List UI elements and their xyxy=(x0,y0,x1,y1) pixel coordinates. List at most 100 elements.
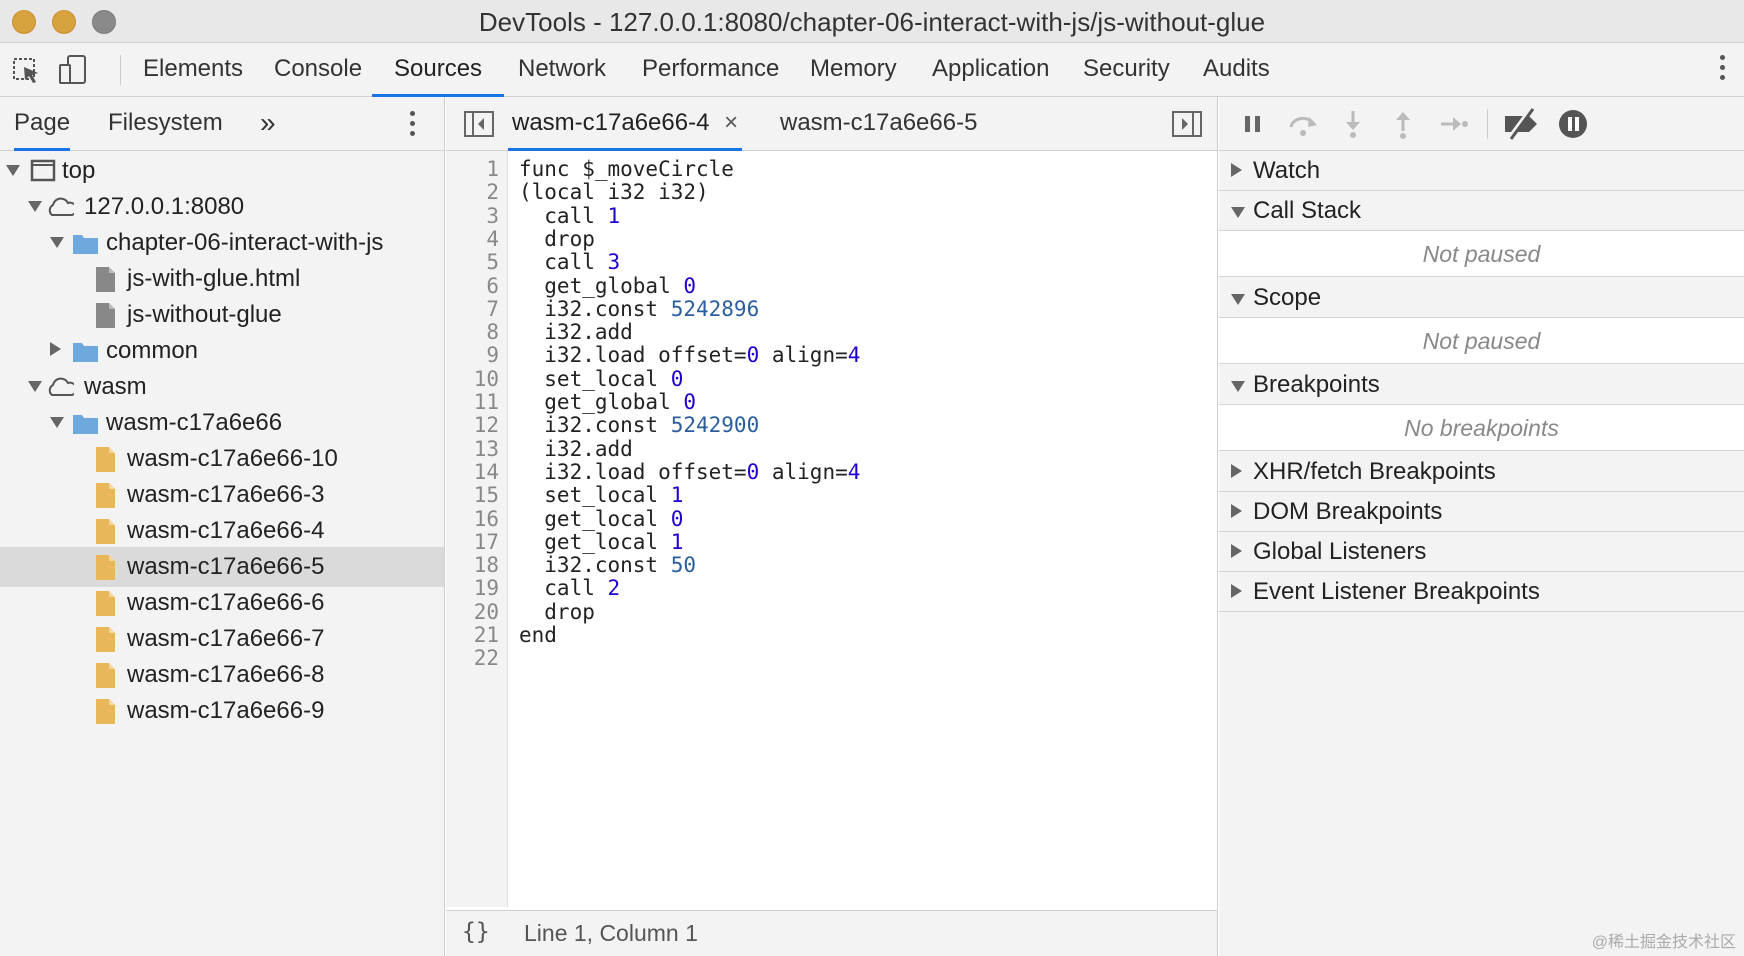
tab-security[interactable]: Security xyxy=(1081,43,1172,97)
code-token: end xyxy=(519,623,557,647)
more-options-icon[interactable] xyxy=(1720,55,1730,85)
code-line: get_global 0 xyxy=(519,274,696,298)
deactivate-breakpoints-icon[interactable] xyxy=(1501,107,1543,141)
editor-tab-label: wasm-c17a6e66-4 xyxy=(512,109,710,136)
tree-item[interactable]: wasm-c17a6e66-10 xyxy=(0,439,444,479)
more-tabs-icon[interactable]: » xyxy=(260,97,276,151)
tab-application[interactable]: Application xyxy=(930,43,1051,97)
code-token: set_local xyxy=(519,366,671,391)
step-icon[interactable] xyxy=(1435,107,1471,141)
tree-item[interactable]: wasm-c17a6e66 xyxy=(0,403,444,443)
tree-item[interactable]: wasm xyxy=(0,367,444,407)
code-line: drop xyxy=(519,600,595,624)
tree-item[interactable]: top xyxy=(0,151,444,191)
step-over-icon[interactable] xyxy=(1285,107,1321,141)
line-number: 5 xyxy=(486,250,499,275)
navigator-menu-icon[interactable] xyxy=(410,111,416,141)
expand-arrow-down-icon[interactable] xyxy=(6,165,20,176)
tree-item-label: chapter-06-interact-with-js xyxy=(106,229,384,256)
close-tab-icon[interactable]: × xyxy=(724,109,738,136)
tree-item-label: wasm-c17a6e66 xyxy=(106,409,283,436)
pretty-print-button[interactable]: {} xyxy=(462,919,490,945)
tree-item[interactable]: wasm-c17a6e66-8 xyxy=(0,655,444,695)
tree-item-label: wasm-c17a6e66-7 xyxy=(127,625,325,652)
editor-tab-active[interactable]: wasm-c17a6e66-4 × xyxy=(508,97,743,151)
line-number: 2 xyxy=(486,180,499,205)
tree-item[interactable]: wasm-c17a6e66-6 xyxy=(0,583,444,623)
folder-icon xyxy=(73,343,98,362)
cloud-icon xyxy=(48,377,74,396)
code-token: i32.load offset= xyxy=(519,459,747,484)
tree-item[interactable]: wasm-c17a6e66-3 xyxy=(0,475,444,515)
tab-memory[interactable]: Memory xyxy=(808,43,899,97)
tab-audits[interactable]: Audits xyxy=(1201,43,1272,97)
tree-item[interactable]: wasm-c17a6e66-7 xyxy=(0,619,444,659)
tab-performance[interactable]: Performance xyxy=(640,43,781,97)
section-label: Call Stack xyxy=(1253,197,1362,224)
number-literal: 4 xyxy=(847,343,861,368)
tree-item[interactable]: js-with-glue.html xyxy=(0,259,444,299)
section-global-listeners[interactable]: Global Listeners xyxy=(1219,532,1744,572)
section-call-stack[interactable]: Call Stack xyxy=(1219,191,1744,231)
pause-icon[interactable] xyxy=(1235,107,1271,141)
tree-item-label: wasm-c17a6e66-3 xyxy=(127,481,325,508)
tree-item[interactable]: 127.0.0.1:8080 xyxy=(0,187,444,227)
cloud-icon xyxy=(48,197,74,216)
tab-elements[interactable]: Elements xyxy=(141,43,245,97)
pause-on-exceptions-icon[interactable] xyxy=(1555,107,1591,141)
inspect-element-icon[interactable] xyxy=(10,53,44,87)
number-literal: 5242900 xyxy=(670,413,760,438)
code-line: call 1 xyxy=(519,204,620,228)
tab-page[interactable]: Page xyxy=(14,97,71,151)
file-icon xyxy=(96,267,115,292)
line-number: 11 xyxy=(473,390,499,414)
tab-sources[interactable]: Sources xyxy=(372,43,505,97)
tree-item-label: 127.0.0.1:8080 xyxy=(84,193,245,220)
tree-item[interactable]: common xyxy=(0,331,444,371)
code-token: call xyxy=(519,576,608,601)
line-number: 12 xyxy=(473,413,499,438)
code-line: get_global 0 xyxy=(519,390,696,414)
step-out-icon[interactable] xyxy=(1385,107,1421,141)
source-editor: wasm-c17a6e66-4 × wasm-c17a6e66-5 123456… xyxy=(446,97,1218,956)
tree-item[interactable]: wasm-c17a6e66-4 xyxy=(0,511,444,551)
section-event-listener-breakpoints[interactable]: Event Listener Breakpoints xyxy=(1219,572,1744,612)
tab-console[interactable]: Console xyxy=(272,43,364,97)
expand-arrow-down-icon[interactable] xyxy=(28,201,42,212)
line-number: 9 xyxy=(486,343,499,368)
tree-item-label: wasm xyxy=(84,373,147,400)
expand-arrow-down-icon[interactable] xyxy=(50,417,64,428)
tree-item[interactable]: js-without-glue xyxy=(0,295,444,335)
section-scope[interactable]: Scope xyxy=(1219,278,1744,318)
toggle-debugger-icon[interactable] xyxy=(1172,111,1202,137)
code-line: get_local 0 xyxy=(519,507,683,531)
tree-item-label: wasm-c17a6e66-9 xyxy=(127,697,325,724)
tree-item[interactable]: wasm-c17a6e66-5 xyxy=(0,547,444,587)
expand-arrow-right-icon[interactable] xyxy=(50,342,61,356)
device-toolbar-icon[interactable] xyxy=(56,53,90,87)
section-xhr-fetch-breakpoints[interactable]: XHR/fetch Breakpoints xyxy=(1219,452,1744,492)
expand-arrow-right-icon xyxy=(1231,584,1242,598)
section-body: Not paused xyxy=(1219,231,1744,277)
section-dom-breakpoints[interactable]: DOM Breakpoints xyxy=(1219,492,1744,532)
toggle-navigator-icon[interactable] xyxy=(464,111,494,137)
step-into-icon[interactable] xyxy=(1335,107,1371,141)
code-token: i32.const xyxy=(519,413,671,438)
line-number: 13 xyxy=(473,436,499,461)
line-number: 16 xyxy=(473,506,499,531)
wasm-file-icon xyxy=(96,519,115,544)
tab-network[interactable]: Network xyxy=(516,43,608,97)
expand-arrow-down-icon[interactable] xyxy=(28,381,42,392)
tree-item[interactable]: wasm-c17a6e66-9 xyxy=(0,691,444,731)
editor-tab[interactable]: wasm-c17a6e66-5 xyxy=(780,97,977,151)
tab-filesystem[interactable]: Filesystem xyxy=(108,97,223,151)
tree-item[interactable]: chapter-06-interact-with-js xyxy=(0,223,444,263)
code-line: i32.const 50 xyxy=(519,553,696,577)
empty-state-text: Not paused xyxy=(1422,241,1541,267)
expand-arrow-down-icon xyxy=(1231,381,1245,392)
code-token: call xyxy=(519,250,608,275)
section-watch[interactable]: Watch xyxy=(1219,151,1744,191)
code-line: i32.add xyxy=(519,437,633,461)
expand-arrow-down-icon[interactable] xyxy=(50,237,64,248)
section-breakpoints[interactable]: Breakpoints xyxy=(1219,365,1744,405)
